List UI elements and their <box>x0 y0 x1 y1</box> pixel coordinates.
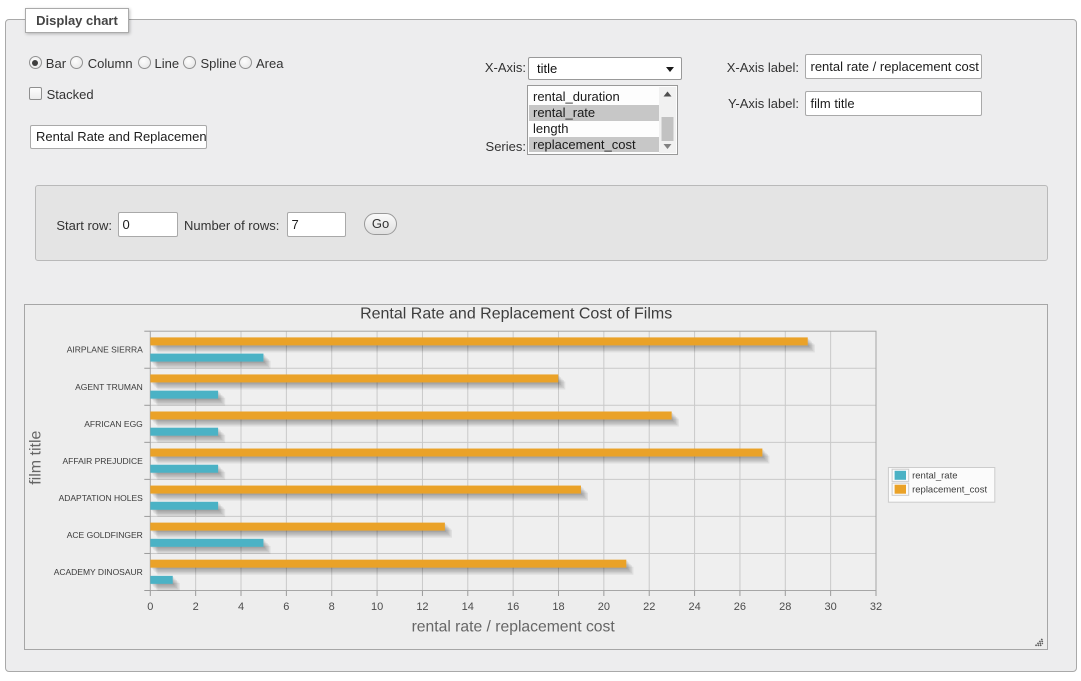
svg-text:ADAPTATION HOLES: ADAPTATION HOLES <box>59 493 144 503</box>
svg-text:2: 2 <box>193 601 199 613</box>
svg-text:4: 4 <box>238 601 244 613</box>
svg-text:film title: film title <box>28 430 45 484</box>
svg-text:ACADEMY DINOSAUR: ACADEMY DINOSAUR <box>54 567 143 577</box>
svg-text:22: 22 <box>643 601 655 613</box>
svg-text:Rental Rate and Replacement Co: Rental Rate and Replacement Cost of Film… <box>360 306 672 323</box>
svg-text:8: 8 <box>329 601 335 613</box>
svg-text:32: 32 <box>870 601 882 613</box>
svg-text:16: 16 <box>507 601 519 613</box>
svg-text:14: 14 <box>462 601 474 613</box>
svg-text:AIRPLANE SIERRA: AIRPLANE SIERRA <box>67 345 143 355</box>
svg-text:6: 6 <box>283 601 289 613</box>
svg-text:24: 24 <box>688 601 700 613</box>
svg-text:rental rate / replacement cost: rental rate / replacement cost <box>412 618 616 635</box>
svg-text:26: 26 <box>734 601 746 613</box>
svg-text:18: 18 <box>552 601 564 613</box>
svg-text:28: 28 <box>779 601 791 613</box>
svg-text:0: 0 <box>147 601 153 613</box>
svg-text:AFFAIR PREJUDICE: AFFAIR PREJUDICE <box>63 456 144 466</box>
svg-text:12: 12 <box>416 601 428 613</box>
svg-text:rental_rate: rental_rate <box>912 471 957 482</box>
svg-text:ACE GOLDFINGER: ACE GOLDFINGER <box>67 530 143 540</box>
svg-text:20: 20 <box>598 601 610 613</box>
svg-text:10: 10 <box>371 601 383 613</box>
svg-text:30: 30 <box>825 601 837 613</box>
svg-text:AGENT TRUMAN: AGENT TRUMAN <box>75 382 143 392</box>
svg-text:replacement_cost: replacement_cost <box>912 485 987 496</box>
svg-text:AFRICAN EGG: AFRICAN EGG <box>84 419 143 429</box>
